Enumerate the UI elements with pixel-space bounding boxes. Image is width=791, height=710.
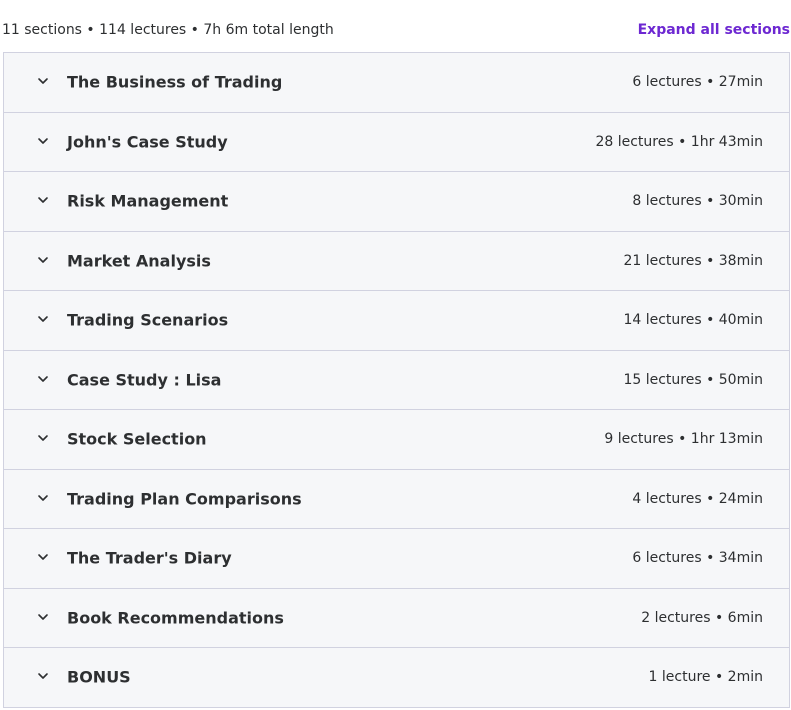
section-meta: 6 lectures • 34min: [632, 550, 763, 567]
section-meta: 9 lectures • 1hr 13min: [604, 431, 763, 448]
section-row[interactable]: Market Analysis 21 lectures • 38min: [4, 232, 789, 291]
chevron-down-icon: [36, 193, 50, 207]
chevron-down-icon: [36, 550, 50, 564]
chevron-down-icon: [36, 312, 50, 326]
section-meta: 15 lectures • 50min: [623, 371, 763, 388]
section-row[interactable]: Risk Management 8 lectures • 30min: [4, 172, 789, 232]
section-meta: 4 lectures • 24min: [632, 490, 763, 507]
section-row[interactable]: BONUS 1 lecture • 2min: [4, 648, 789, 708]
section-meta: 8 lectures • 30min: [632, 193, 763, 210]
section-title: Book Recommendations: [67, 608, 284, 628]
section-title: John's Case Study: [67, 132, 228, 152]
chevron-down-icon: [36, 669, 50, 683]
expand-all-sections-button[interactable]: Expand all sections: [638, 20, 790, 40]
section-meta: 21 lectures • 38min: [623, 252, 763, 269]
section-meta: 1 lecture • 2min: [648, 669, 763, 686]
section-row[interactable]: Case Study : Lisa 15 lectures • 50min: [4, 351, 789, 410]
section-title: Trading Plan Comparisons: [67, 489, 302, 509]
section-row[interactable]: John's Case Study 28 lectures • 1hr 43min: [4, 113, 789, 172]
section-row[interactable]: The Business of Trading 6 lectures • 27mi…: [4, 53, 789, 113]
chevron-down-icon: [36, 253, 50, 267]
chevron-down-icon: [36, 372, 50, 386]
chevron-down-icon: [36, 610, 50, 624]
chevron-down-icon: [36, 134, 50, 148]
section-title: The Business of Trading: [67, 72, 283, 92]
section-title: The Trader's Diary: [67, 548, 232, 568]
section-row[interactable]: Trading Plan Comparisons 4 lectures • 24m…: [4, 470, 789, 529]
section-title: Trading Scenarios: [67, 310, 229, 330]
section-row[interactable]: The Trader's Diary 6 lectures • 34min: [4, 529, 789, 589]
section-title: Case Study : Lisa: [67, 370, 222, 390]
section-meta: 14 lectures • 40min: [623, 312, 763, 329]
section-title: Risk Management: [67, 191, 229, 211]
section-title: Market Analysis: [67, 251, 211, 271]
chevron-down-icon: [36, 431, 50, 445]
chevron-down-icon: [36, 491, 50, 505]
section-meta: 6 lectures • 27min: [632, 74, 763, 91]
curriculum-summary: 11 sections • 114 lectures • 7h 6m total…: [2, 22, 334, 38]
section-row[interactable]: Stock Selection 9 lectures • 1hr 13min: [4, 410, 789, 470]
section-list: The Business of Trading 6 lectures • 27mi…: [3, 52, 790, 708]
section-meta: 28 lectures • 1hr 43min: [595, 133, 763, 150]
section-title: Stock Selection: [67, 429, 207, 449]
section-row[interactable]: Trading Scenarios 14 lectures • 40min: [4, 291, 789, 351]
section-title: BONUS: [67, 667, 131, 687]
curriculum-header: 11 sections • 114 lectures • 7h 6m total…: [0, 0, 791, 52]
section-meta: 2 lectures • 6min: [641, 609, 763, 626]
chevron-down-icon: [36, 74, 50, 88]
section-row[interactable]: Book Recommendations 2 lectures • 6min: [4, 589, 789, 648]
